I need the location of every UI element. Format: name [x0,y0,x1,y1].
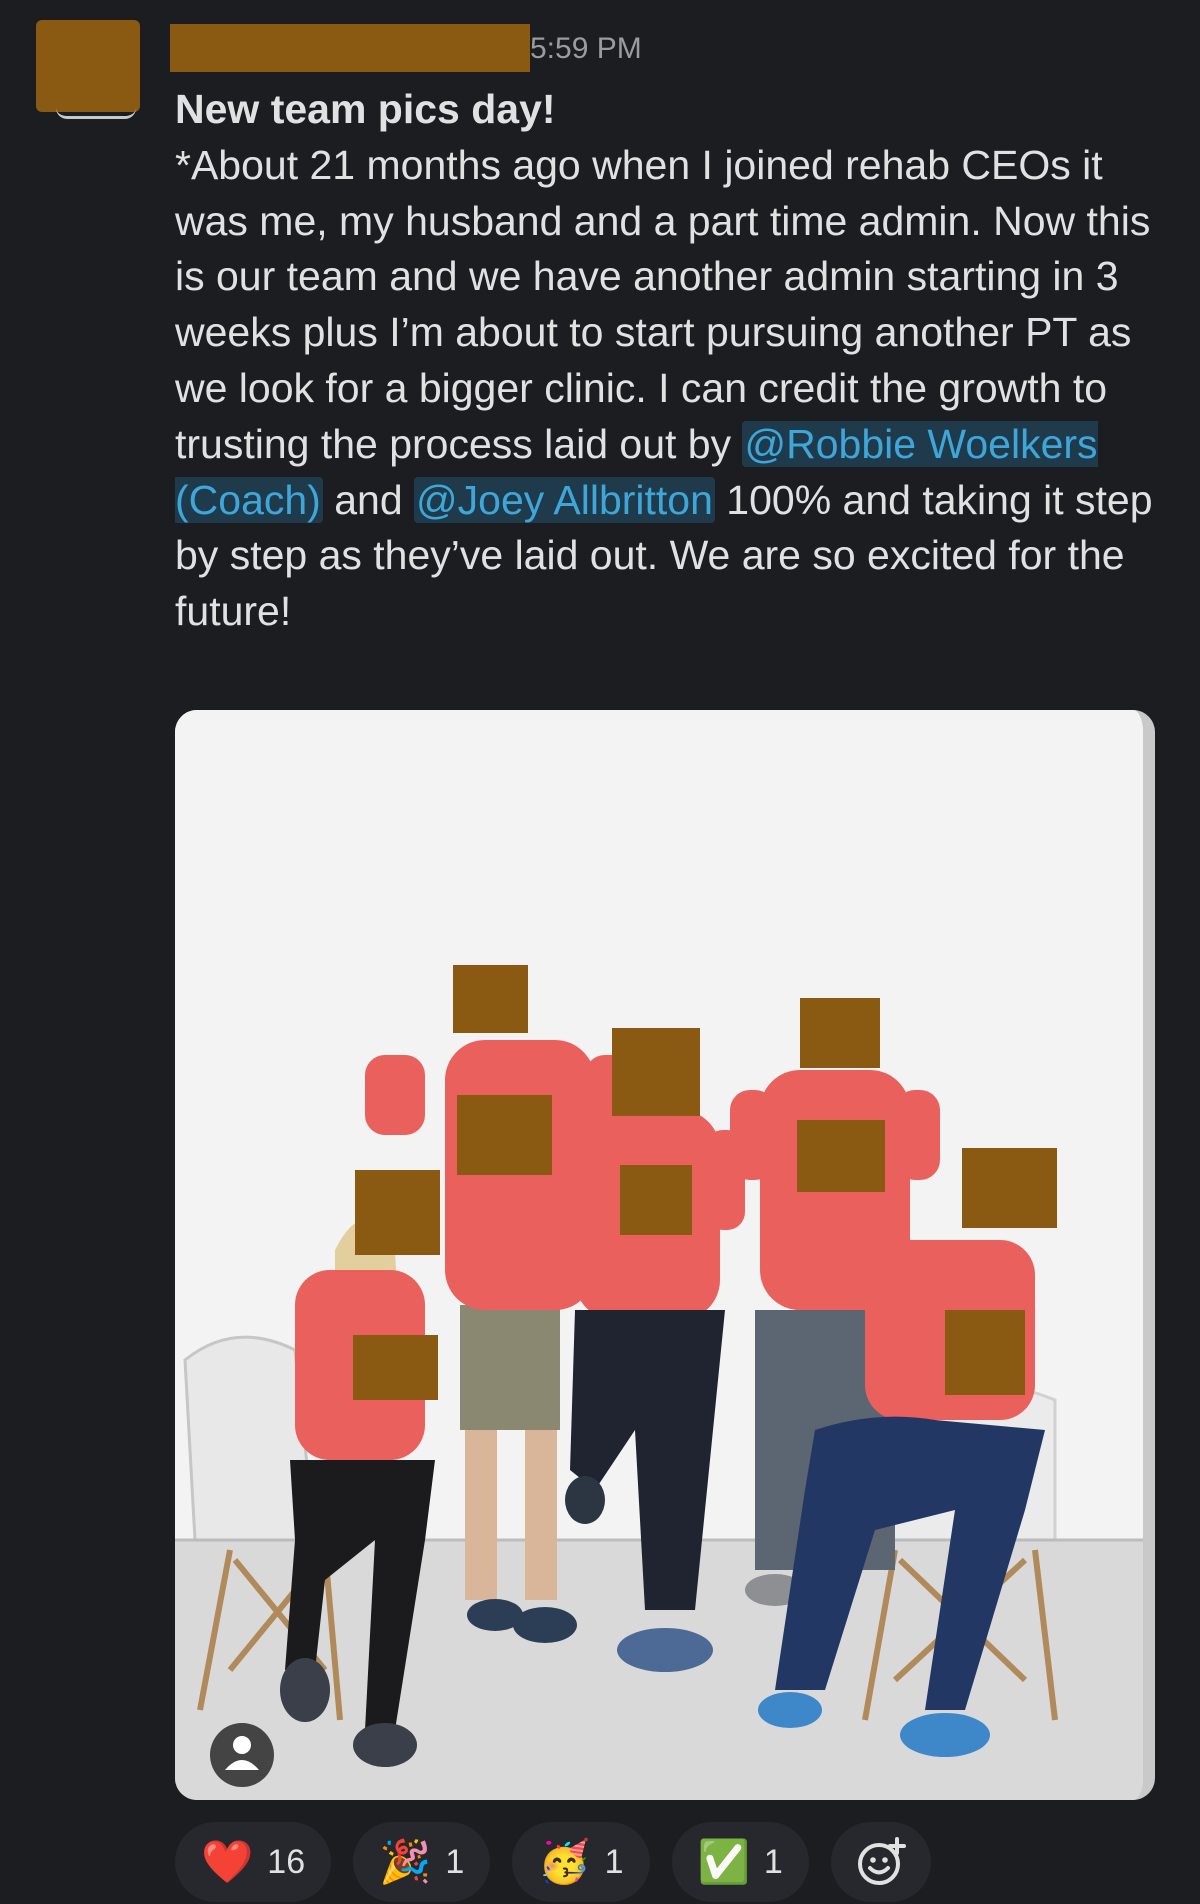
person-tag-icon[interactable] [210,1723,274,1787]
mention-joey-allbritton[interactable]: @Joey Allbritton [414,476,715,523]
reaction-partying-face[interactable]: 🥳 1 [512,1822,650,1902]
reaction-count: 1 [763,1842,783,1881]
reaction-party-popper[interactable]: 🎉 1 [353,1822,491,1902]
reaction-check-mark[interactable]: ✅ 1 [671,1822,809,1902]
team-photo[interactable] [175,710,1155,1800]
add-emoji-icon [857,1837,906,1885]
reaction-bar: ❤️ 16 🎉 1 🥳 1 ✅ 1 [175,1822,931,1902]
reaction-count: 1 [445,1842,465,1881]
party-popper-icon: 🎉 [379,1837,432,1886]
reaction-heart[interactable]: ❤️ 16 [175,1822,332,1902]
reaction-count: 16 [267,1842,306,1881]
check-mark-icon: ✅ [697,1837,750,1886]
message-headline: New team pics day! [175,86,556,132]
heart-icon: ❤️ [201,1837,254,1886]
add-reaction-button[interactable] [830,1822,931,1902]
reaction-count: 1 [604,1842,624,1881]
partying-face-icon: 🥳 [538,1837,591,1886]
avatar-redacted[interactable] [36,20,140,112]
avatar-edge [56,108,136,119]
message-body: New team pics day! *About 21 months ago … [175,82,1175,640]
message-text-part-1: *About 21 months ago when I joined rehab… [175,141,1151,467]
message-text-part-2: and [322,476,415,523]
message-timestamp[interactable]: 5:59 PM [530,32,642,66]
sender-name-redacted[interactable] [170,24,530,72]
